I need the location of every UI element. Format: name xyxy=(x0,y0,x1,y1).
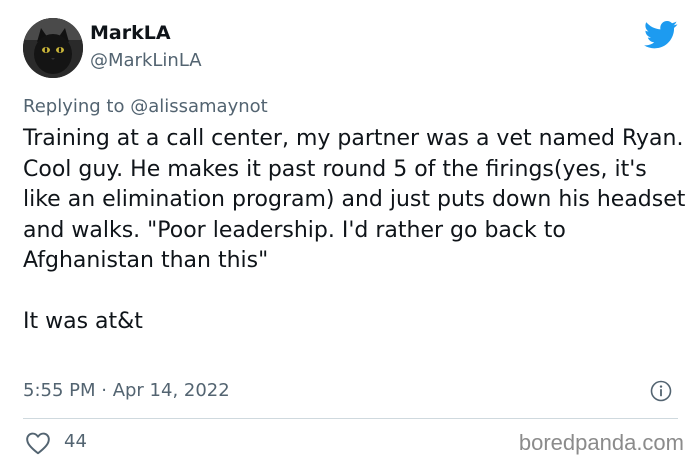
user-handle[interactable]: @MarkLinLA xyxy=(90,50,202,71)
replying-to: Replying to @alissamaynot xyxy=(23,96,268,117)
avatar[interactable] xyxy=(23,18,83,78)
tweet-timestamp[interactable]: 5:55 PM · Apr 14, 2022 xyxy=(23,380,230,401)
twitter-bird-icon[interactable] xyxy=(644,20,678,50)
watermark: boredpanda.com xyxy=(518,430,684,455)
info-icon[interactable] xyxy=(650,380,672,402)
display-name[interactable]: MarkLA xyxy=(90,22,171,44)
tweet-card: MarkLA @MarkLinLA Replying to @alissamay… xyxy=(0,0,700,471)
tweet-text: Training at a call center, my partner wa… xyxy=(23,124,688,337)
black-cat-avatar-icon xyxy=(23,18,83,78)
divider xyxy=(23,418,678,419)
reply-mention-link[interactable]: @alissamaynot xyxy=(130,96,268,117)
tweet-paragraph: It was at&t xyxy=(23,308,143,334)
heart-icon[interactable] xyxy=(25,431,51,455)
reply-prefix: Replying to xyxy=(23,96,131,117)
tweet-paragraph: Training at a call center, my partner wa… xyxy=(23,126,686,273)
like-count: 44 xyxy=(64,431,87,452)
